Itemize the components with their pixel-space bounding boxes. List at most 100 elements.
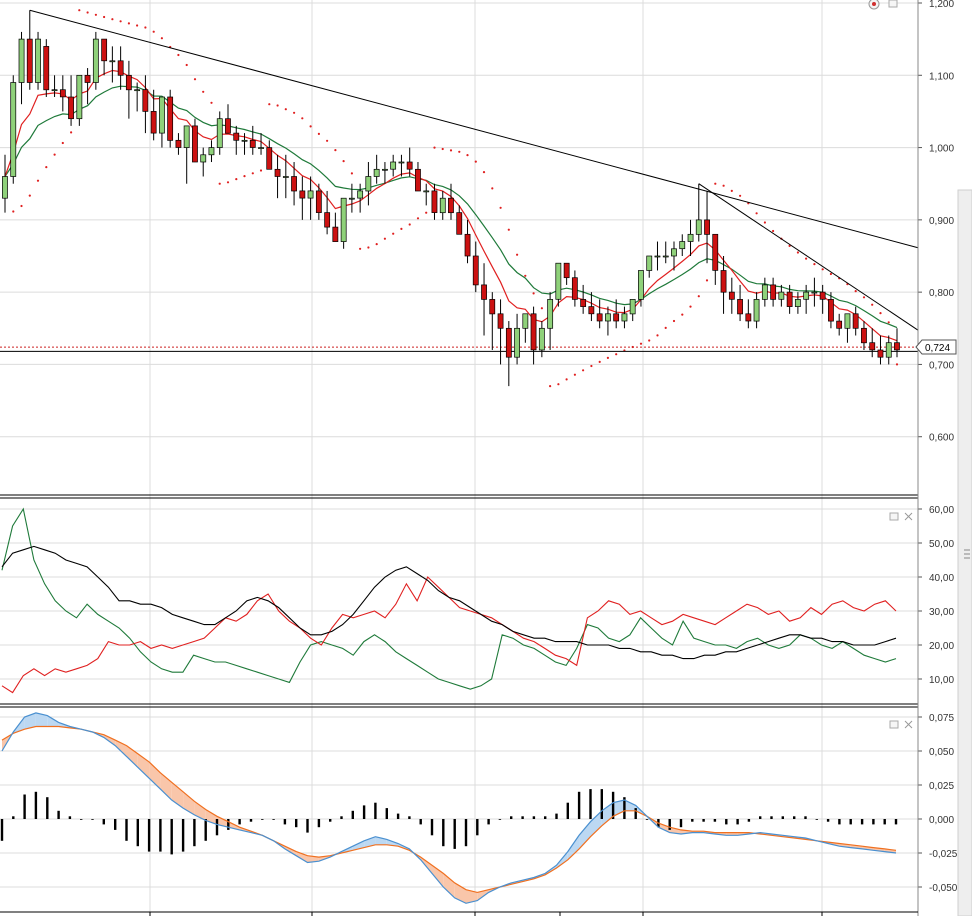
sar-dot	[367, 246, 370, 249]
sar-dot	[235, 178, 238, 181]
sar-dot	[408, 223, 411, 226]
histogram-bar	[147, 819, 151, 852]
candle-body	[125, 74, 132, 91]
candle-body	[225, 118, 231, 134]
candle-body	[315, 190, 322, 213]
sar-dot	[516, 253, 519, 256]
candle-body	[728, 291, 735, 300]
candle-body	[266, 147, 273, 170]
histogram-bar	[295, 819, 298, 828]
candle-body	[638, 270, 644, 300]
candle-body	[613, 313, 620, 322]
sar-dot	[697, 295, 700, 298]
price-panel-settings-icon[interactable]	[868, 0, 880, 10]
histogram-bar	[544, 816, 547, 819]
sar-dot	[458, 150, 461, 153]
histogram-bar	[476, 819, 479, 836]
candle-body	[43, 46, 50, 91]
sar-dot	[36, 179, 40, 182]
candle-body	[753, 299, 760, 322]
scrollbar[interactable]	[957, 189, 972, 916]
candle-body	[472, 255, 479, 286]
sar-dot	[28, 194, 31, 197]
candle-body	[348, 197, 355, 200]
sar-dot	[615, 353, 618, 356]
sar-dot	[722, 184, 725, 187]
candle-body	[489, 299, 496, 315]
histogram-bar	[351, 810, 354, 819]
candle-body	[654, 255, 661, 258]
candle-body	[92, 38, 99, 83]
candle-body	[249, 139, 256, 148]
sar-dot	[350, 172, 353, 175]
candle-body	[332, 226, 339, 242]
histogram-bar	[747, 819, 751, 822]
histogram-bar	[317, 819, 321, 828]
candle-body	[167, 96, 174, 141]
histogram-bar	[872, 819, 875, 825]
histogram-bar	[374, 802, 377, 819]
y-tick-label: -0,025	[929, 849, 958, 860]
price-panel-maximize-icon[interactable]	[888, 0, 898, 8]
histogram-bar	[46, 797, 49, 819]
candle-body	[291, 176, 297, 192]
sar-dot	[449, 149, 453, 152]
candle-body	[588, 306, 595, 315]
sar-dot	[540, 307, 544, 310]
sar-dot	[276, 104, 279, 107]
histogram-bar	[894, 819, 898, 825]
sar-dot	[714, 182, 717, 185]
sar-dot	[639, 342, 643, 345]
histogram-bar	[510, 816, 513, 819]
y-tick-label: 0,600	[929, 433, 954, 444]
sar-dot	[210, 101, 213, 104]
candle-body	[406, 161, 413, 170]
macd-panel-maximize-icon[interactable]	[889, 720, 899, 729]
candle-body	[117, 60, 124, 76]
sar-dot	[177, 53, 180, 57]
sar-dot	[78, 9, 81, 12]
candle-body	[200, 154, 207, 163]
histogram-bar	[125, 819, 128, 841]
histogram-bar	[204, 819, 207, 841]
histogram-bar	[589, 789, 592, 819]
sar-dot	[648, 339, 651, 342]
candle-body	[423, 190, 430, 193]
sar-dot	[119, 20, 122, 23]
candle-body	[794, 299, 801, 307]
candle-body	[134, 89, 141, 92]
sar-dot	[425, 211, 428, 214]
candle-body	[786, 291, 793, 307]
histogram-bar	[849, 819, 852, 825]
candle-body	[720, 270, 727, 293]
y-tick-label: 0,700	[929, 360, 954, 371]
histogram-bar	[838, 819, 841, 825]
histogram-bar	[453, 819, 456, 849]
histogram-bar	[691, 819, 694, 822]
candle-body	[877, 349, 884, 358]
histogram-bar	[634, 808, 637, 819]
candle-body	[605, 313, 611, 322]
sar-dot	[582, 369, 585, 372]
candle-body	[35, 38, 41, 83]
sar-dot	[433, 146, 436, 149]
candle-body	[761, 284, 768, 300]
sar-dot	[805, 257, 808, 260]
candle-body	[836, 320, 843, 329]
y-tick-label: 0,025	[929, 781, 954, 792]
candle-body	[299, 190, 306, 199]
histogram-bar	[114, 819, 117, 830]
sar-dot	[813, 263, 816, 266]
histogram-bar	[555, 813, 558, 819]
sar-dot	[491, 187, 494, 190]
candle-body	[208, 147, 215, 156]
dmi-panel-maximize-icon[interactable]	[889, 512, 899, 521]
histogram-bar	[68, 816, 72, 819]
sar-dot	[598, 360, 601, 363]
sar-dot	[573, 373, 577, 376]
candle-body	[770, 284, 777, 300]
sar-dot	[94, 13, 97, 16]
candle-body	[382, 168, 388, 171]
candle-body	[869, 342, 876, 351]
candle-body	[828, 299, 834, 322]
